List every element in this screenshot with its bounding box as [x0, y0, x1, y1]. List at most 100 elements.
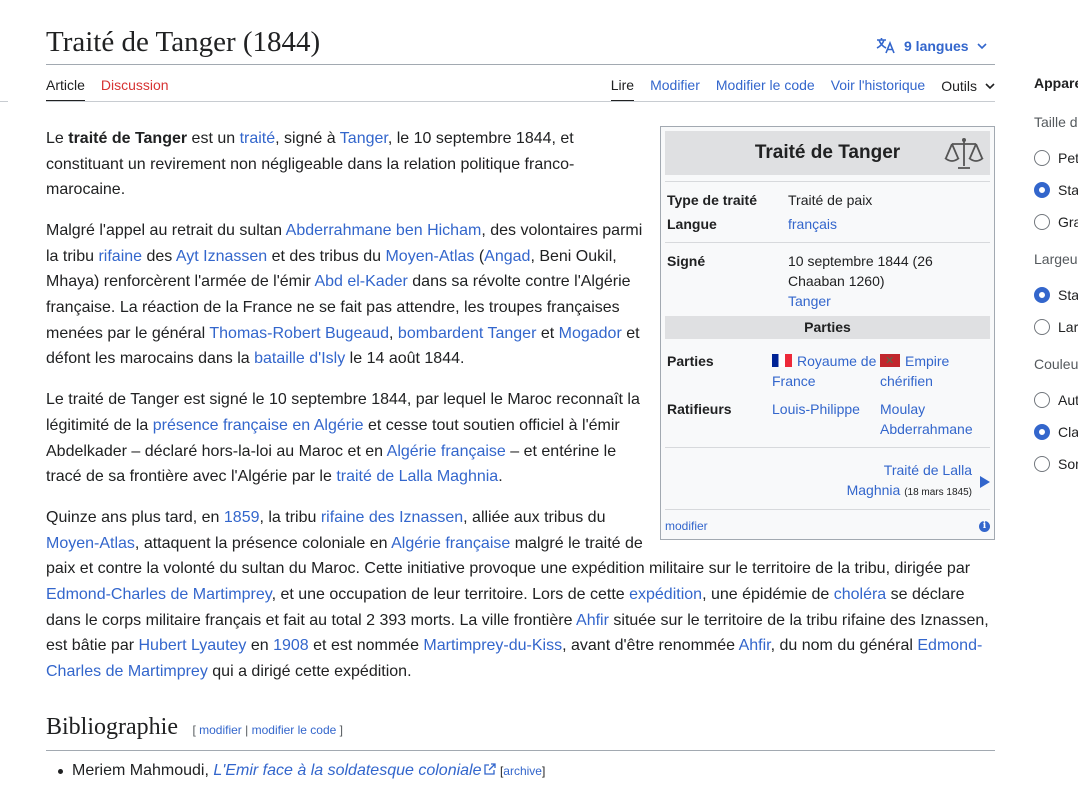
radio-label: Large	[1058, 319, 1078, 335]
section-edit-link[interactable]: modifier	[199, 723, 242, 737]
infobox-key: Signé	[667, 253, 706, 269]
article-link[interactable]: Martimprey-du-Kiss	[423, 637, 562, 654]
radio-label: Standard	[1058, 182, 1078, 198]
article-link[interactable]: bataille d'Isly	[254, 350, 345, 367]
infobox-value: 10 septembre 1844 (26 Chaaban 1260)	[788, 253, 933, 289]
infobox-separator	[665, 509, 990, 510]
tab-history[interactable]: Voir l'historique	[831, 77, 926, 102]
namespace-tabs: Article Discussion	[46, 77, 169, 102]
tab-article[interactable]: Article	[46, 77, 85, 102]
infobox-row-parties: Parties Royaume de France Empire chérifi…	[665, 349, 990, 393]
article-link[interactable]: 1859	[224, 509, 260, 526]
radio-label: Sombre	[1058, 456, 1078, 472]
article-link[interactable]: 1908	[273, 637, 309, 654]
archive-link[interactable]: archive	[503, 764, 542, 778]
tab-edit[interactable]: Modifier	[650, 77, 700, 102]
infobox-title-text: Traité de Tanger	[754, 142, 901, 163]
article-link[interactable]: Moyen-Atlas	[385, 248, 474, 265]
languages-label: 9 langues	[904, 38, 969, 54]
radio-button[interactable]	[1034, 287, 1050, 303]
article-link[interactable]: choléra	[834, 586, 886, 603]
radio-width-standard[interactable]: Standard	[1034, 287, 1078, 303]
article-link[interactable]: Moyen-Atlas	[46, 535, 135, 552]
section-edit-source-link[interactable]: modifier le code	[252, 723, 337, 737]
infobox-key: Parties	[667, 353, 714, 369]
article-link[interactable]: Abd el-Kader	[314, 273, 407, 290]
infobox-title: Traité de Tanger	[665, 131, 990, 175]
radio-size-standard[interactable]: Standard	[1034, 182, 1078, 198]
tab-tools[interactable]: Outils	[941, 77, 995, 102]
article-link[interactable]: Ahfir	[576, 612, 609, 629]
view-tabs: Lire Modifier Modifier le code Voir l'hi…	[610, 77, 995, 102]
infobox-row-ratifieurs: Ratifieurs Louis-Philippe Moulay Abderra…	[665, 397, 990, 441]
article-link[interactable]: Tanger	[340, 130, 388, 147]
width-group-label: Largeur	[1034, 251, 1078, 267]
radio-color-dark[interactable]: Sombre	[1034, 456, 1078, 472]
chevron-down-icon	[977, 42, 987, 49]
article-link[interactable]: Ahfir	[739, 637, 771, 654]
article-link[interactable]: traité	[240, 130, 276, 147]
article-link[interactable]: Edmond-Charles de Martimprey	[46, 586, 272, 603]
article-link[interactable]: Thomas-Robert Bugeaud	[209, 325, 389, 342]
radio-color-light[interactable]: Clair	[1034, 424, 1078, 440]
infobox-next-treaty[interactable]: Traité de Lalla Maghnia (18 mars 1845)	[665, 456, 990, 507]
radio-button[interactable]	[1034, 392, 1050, 408]
appearance-title: Apparence	[1034, 75, 1078, 91]
article-link[interactable]: Hubert Lyautey	[139, 637, 247, 654]
france-flag-icon	[772, 354, 792, 367]
infobox-row-type: Type de traité Traité de paix	[665, 188, 990, 212]
morocco-flag-icon	[880, 351, 900, 371]
radio-button[interactable]	[1034, 182, 1050, 198]
radio-button[interactable]	[1034, 319, 1050, 335]
tab-discussion[interactable]: Discussion	[101, 77, 169, 102]
infobox-separator	[665, 447, 990, 448]
article-link[interactable]: Algérie française	[391, 535, 510, 552]
infobox-link[interactable]: Moulay Abderrahmane	[880, 401, 973, 437]
chevron-down-icon	[985, 82, 995, 89]
info-icon[interactable]: i	[979, 520, 990, 532]
radio-label: Standard	[1058, 287, 1078, 303]
infobox-separator	[665, 181, 990, 182]
color-group-label: Couleur	[1034, 356, 1078, 372]
article-link[interactable]: rifaine	[98, 248, 142, 265]
infobox-footer: modifier i	[665, 516, 990, 536]
infobox-link[interactable]: Tanger	[788, 293, 831, 309]
list-item: Meriem Mahmoudi, L'Emir face à la soldat…	[57, 758, 545, 784]
radio-size-large[interactable]: Grande	[1034, 214, 1078, 230]
article-link[interactable]: Ayt Iznassen	[176, 248, 267, 265]
languages-button[interactable]: 9 langues	[876, 36, 987, 56]
radio-width-large[interactable]: Large	[1034, 319, 1078, 335]
infobox-link[interactable]: Louis-Philippe	[772, 401, 860, 417]
article-link[interactable]: rifaine des Iznassen	[321, 509, 463, 526]
article-link[interactable]: Mogador	[559, 325, 622, 342]
radio-color-auto[interactable]: Automatique	[1034, 392, 1078, 408]
tab-edit-source[interactable]: Modifier le code	[716, 77, 815, 102]
radio-label: Grande	[1058, 214, 1078, 230]
tab-read[interactable]: Lire	[610, 77, 635, 102]
tools-label: Outils	[941, 78, 977, 94]
external-link-icon	[483, 763, 496, 775]
radio-size-small[interactable]: Petite	[1034, 150, 1078, 166]
article-link[interactable]: Angad	[484, 248, 530, 265]
infobox-key: Ratifieurs	[667, 401, 732, 417]
section-edit-links: [ modifier | modifier le code ]	[192, 723, 343, 737]
radio-button[interactable]	[1034, 150, 1050, 166]
infobox-key: Type de traité	[667, 192, 757, 208]
bib-author: Meriem Mahmoudi,	[72, 762, 209, 779]
infobox-edit-link[interactable]: modifier	[665, 516, 708, 536]
scales-icon	[944, 138, 984, 169]
article-link[interactable]: traité de Lalla Maghnia	[336, 468, 498, 485]
article-link[interactable]: Abderrahmane ben Hicham	[286, 222, 482, 239]
radio-button[interactable]	[1034, 424, 1050, 440]
article-link[interactable]: expédition	[629, 586, 702, 603]
radio-button[interactable]	[1034, 214, 1050, 230]
left-divider-stub	[0, 101, 8, 102]
bib-external-link[interactable]: L'Emir face à la soldatesque coloniale	[213, 762, 481, 779]
article-link[interactable]: bombardent Tanger	[398, 325, 536, 342]
article-link[interactable]: Algérie française	[387, 443, 506, 460]
title-divider	[46, 64, 995, 65]
infobox-link[interactable]: français	[788, 216, 837, 232]
infobox-section-header: Parties	[665, 316, 990, 339]
radio-button[interactable]	[1034, 456, 1050, 472]
article-link[interactable]: présence française en Algérie	[153, 417, 364, 434]
